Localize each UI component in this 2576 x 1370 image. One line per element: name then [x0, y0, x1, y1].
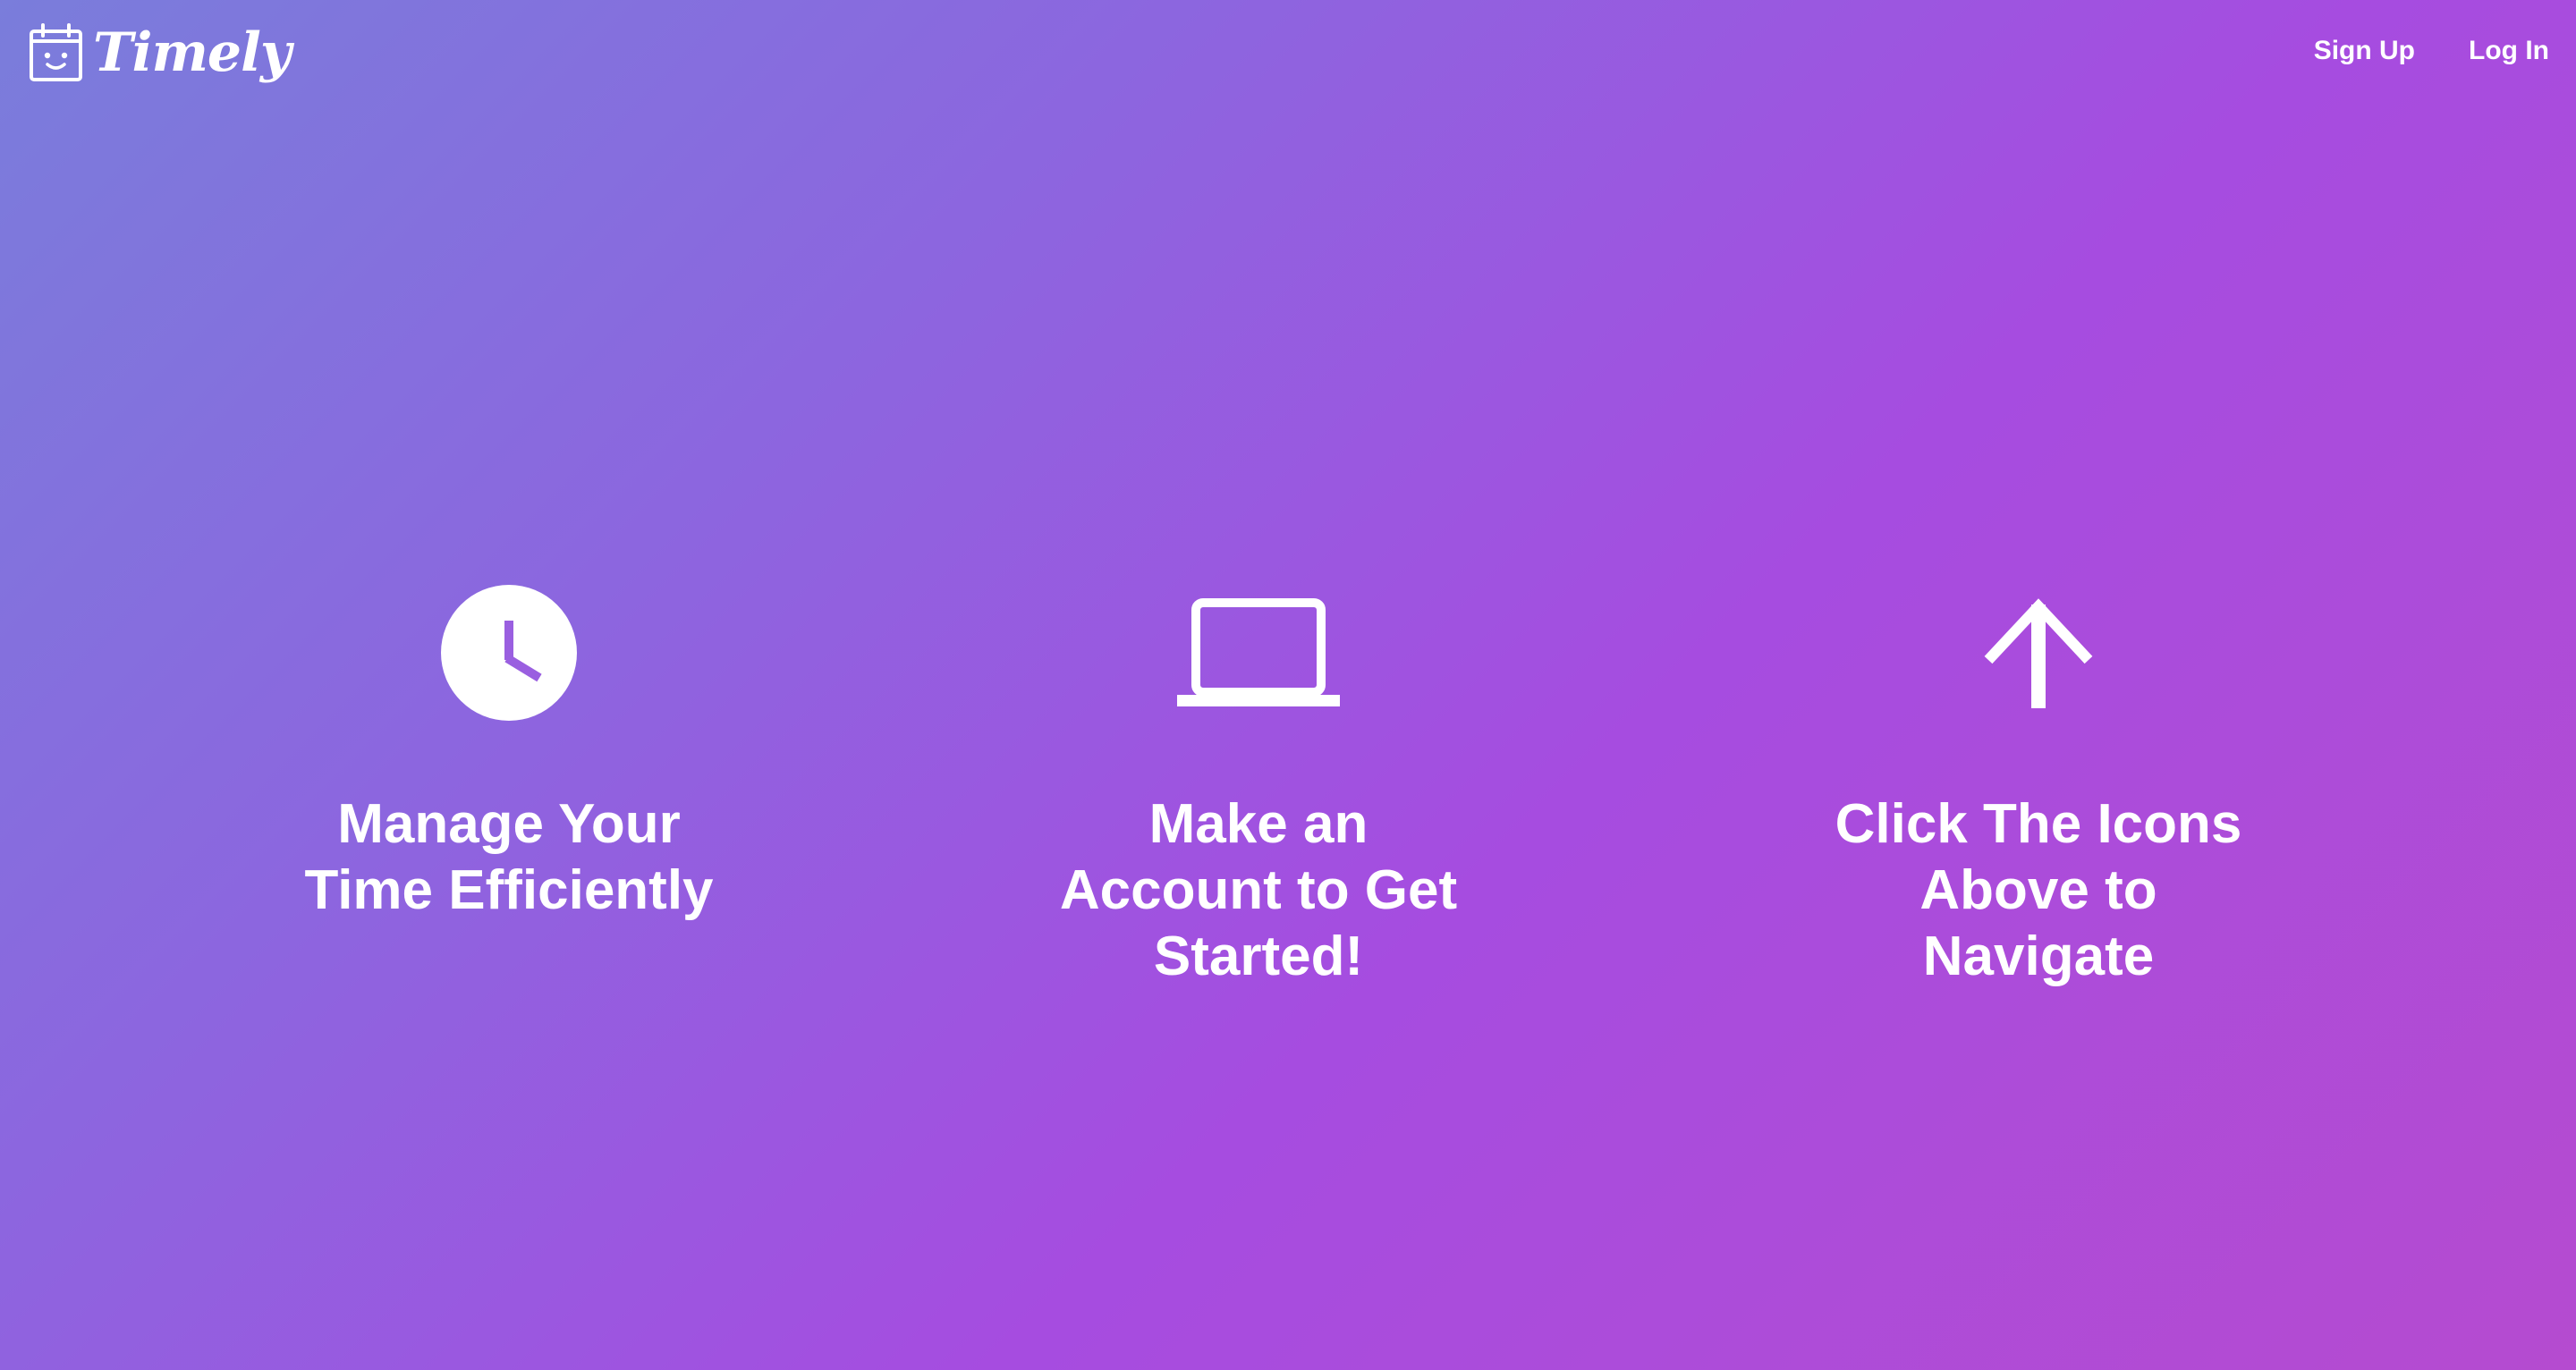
- feature-navigate: Click The Icons Above to Navigate: [1770, 581, 2307, 990]
- brand-name: Timely: [93, 21, 292, 84]
- feature-caption: Manage Your Time Efficiently: [304, 793, 714, 921]
- feature-manage-time: Manage Your Time Efficiently: [241, 581, 777, 924]
- feature-caption: Click The Icons Above to Navigate: [1835, 793, 2242, 987]
- brand-logo-link[interactable]: Timely: [29, 21, 292, 84]
- landing-page: Timely Sign Up Log In Manage Your Time E…: [0, 0, 2576, 1370]
- arrow-up-icon[interactable]: [1983, 597, 2094, 708]
- feature-caption: Make an Account to Get Started!: [1059, 793, 1458, 987]
- log-in-link[interactable]: Log In: [2469, 36, 2549, 66]
- feature-make-account: Make an Account to Get Started!: [990, 581, 1527, 990]
- laptop-icon[interactable]: [1177, 598, 1340, 707]
- top-nav: Sign Up Log In: [2314, 36, 2549, 66]
- sign-up-link[interactable]: Sign Up: [2314, 36, 2415, 66]
- clock-icon[interactable]: [441, 585, 577, 721]
- calendar-smiley-icon: [30, 23, 82, 81]
